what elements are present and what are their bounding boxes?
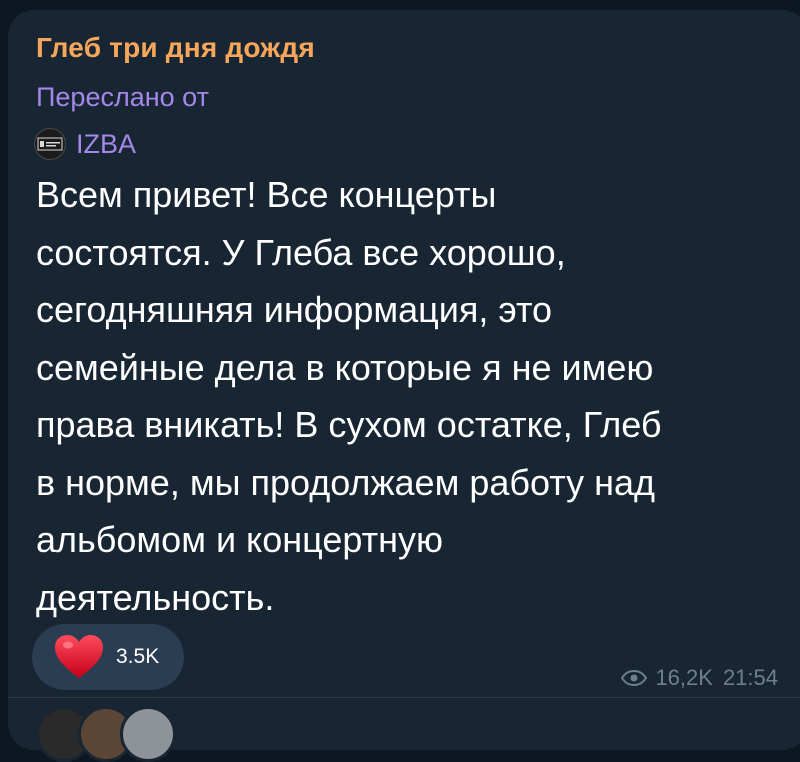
forwarded-label: Переслано от (36, 82, 209, 112)
message-text: Всем привет! Все концерты состоятся. У Г… (36, 174, 662, 618)
forwarded-source-name[interactable]: IZBA (76, 129, 136, 160)
reaction-count: 3.5K (116, 645, 160, 668)
views-count: 16,2K (655, 665, 713, 690)
heart-icon (55, 635, 103, 678)
commenter-avatar (120, 706, 176, 762)
comment-avatars[interactable] (36, 706, 176, 762)
channel-name[interactable]: Глеб три дня дождя (36, 32, 315, 64)
reaction-button[interactable]: 3.5K (32, 624, 184, 690)
forwarded-source-avatar[interactable] (34, 128, 66, 160)
message-time: 21:54 (722, 665, 778, 690)
message-meta: 16,2K 21:54 (621, 664, 778, 692)
forwarded-source[interactable]: IZBA (34, 126, 136, 162)
comments-divider (8, 697, 800, 698)
views-icon (621, 670, 648, 686)
